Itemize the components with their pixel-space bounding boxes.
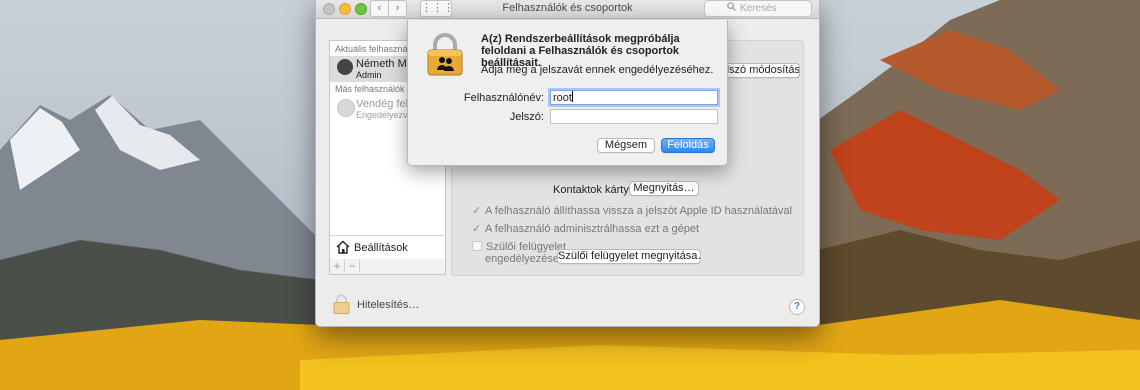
parental-line2: engedélyezése bbox=[485, 253, 560, 265]
checkmark-icon: ✓ bbox=[472, 223, 482, 235]
parental-line1: Szülői felügyelet bbox=[486, 241, 567, 253]
parental-controls-checkbox[interactable]: Szülői felügyelet bbox=[472, 241, 566, 253]
authentication-dialog: A(z) Rendszerbeállítások megpróbálja fel… bbox=[407, 20, 728, 166]
password-label: Jelszó: bbox=[509, 111, 544, 123]
help-button[interactable]: ? bbox=[789, 299, 805, 315]
other-users-heading: Más felhasználók bbox=[335, 84, 405, 94]
login-options-label: Beállítások bbox=[354, 242, 408, 254]
current-users-heading: Aktuális felhasználó bbox=[335, 44, 415, 54]
avatar bbox=[337, 99, 355, 117]
authenticate-label[interactable]: Hitelesítés… bbox=[357, 299, 419, 311]
login-options-item[interactable]: Beállítások bbox=[330, 235, 445, 260]
username-label: Felhasználónév: bbox=[463, 92, 544, 104]
title-bar: ‹ › ⋮⋮⋮ Felhasználók és csoportok Keresé… bbox=[316, 0, 819, 19]
house-icon bbox=[336, 240, 350, 256]
checkbox-box bbox=[472, 241, 482, 251]
password-field[interactable] bbox=[550, 109, 718, 124]
username-value: root bbox=[553, 92, 572, 104]
admin-checkbox[interactable]: ✓ A felhasználó adminisztrálhassa ezt a g… bbox=[472, 222, 699, 235]
admin-label: A felhasználó adminisztrálhassa ezt a gé… bbox=[485, 223, 700, 235]
checkmark-icon: ✓ bbox=[472, 205, 482, 217]
remove-user-button[interactable]: − bbox=[345, 259, 360, 273]
user-role: Admin bbox=[356, 70, 382, 80]
avatar bbox=[337, 59, 353, 75]
add-user-button[interactable]: + bbox=[330, 259, 345, 273]
padlock-users-icon bbox=[426, 32, 464, 79]
search-icon bbox=[727, 1, 736, 16]
add-remove-bar: + − bbox=[329, 259, 446, 275]
padlock-icon[interactable] bbox=[333, 294, 350, 317]
search-field[interactable]: Keresés bbox=[704, 0, 812, 17]
search-placeholder: Keresés bbox=[740, 3, 777, 14]
apple-id-reset-label: A felhasználó állíthassa vissza a jelszó… bbox=[485, 205, 792, 217]
username-field[interactable]: root bbox=[550, 90, 718, 105]
apple-id-reset-checkbox[interactable]: ✓ A felhasználó állíthassa vissza a jelsz… bbox=[472, 204, 792, 217]
contacts-open-button[interactable]: Megnyitás… bbox=[629, 181, 699, 196]
cancel-button[interactable]: Mégsem bbox=[597, 138, 655, 153]
contacts-card-label: Kontaktok kártya: bbox=[553, 184, 638, 196]
parental-open-button[interactable]: Szülői felügyelet megnyitása… bbox=[557, 249, 701, 264]
text-caret bbox=[571, 91, 573, 102]
dialog-message: Adja meg a jelszavát ennek engedélyezésé… bbox=[481, 64, 714, 76]
unlock-button[interactable]: Feloldás bbox=[661, 138, 715, 153]
